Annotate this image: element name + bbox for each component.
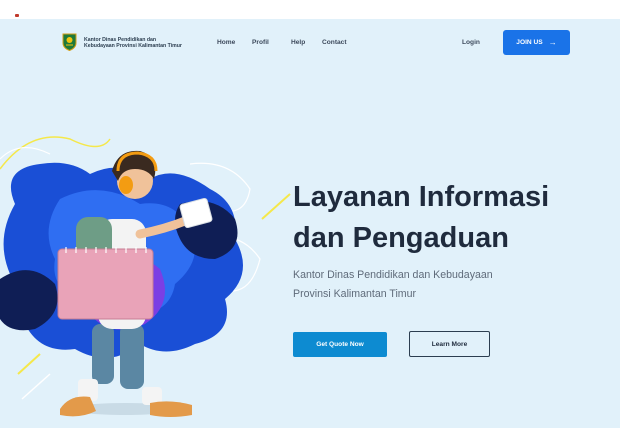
login-link[interactable]: Login: [462, 39, 480, 46]
favicon-mark: [15, 14, 19, 17]
hero-title-line-2: dan Pengaduan: [293, 222, 509, 254]
join-us-button[interactable]: JOIN US →: [503, 30, 570, 55]
brand-name[interactable]: Kantor Dinas Pendidikan dan Kebudayaan P…: [84, 37, 214, 50]
hero-subtitle-line-1: Kantor Dinas Pendidikan dan Kebudayaan: [293, 269, 493, 281]
student-walking-illustration: [0, 136, 291, 417]
nav-help[interactable]: Help: [291, 39, 305, 46]
provincial-emblem-icon[interactable]: [62, 33, 77, 51]
hero-subtitle-line-2: Provinsi Kalimantan Timur: [293, 288, 417, 300]
hero-title: Layanan Informasi dan Pengaduan: [293, 177, 613, 259]
get-quote-button[interactable]: Get Quote Now: [293, 332, 387, 357]
arrow-right-icon: →: [548, 38, 557, 47]
brand-line-2: Kebudayaan Provinsi Kalimantan Timur: [84, 43, 182, 50]
join-us-label: JOIN US: [516, 39, 543, 46]
nav-home[interactable]: Home: [217, 39, 235, 46]
navbar: Kantor Dinas Pendidikan dan Kebudayaan P…: [0, 19, 620, 67]
nav-profil[interactable]: Profil: [252, 39, 269, 46]
browser-top-strip: [0, 0, 620, 19]
hero-subtitle: Kantor Dinas Pendidikan dan Kebudayaan P…: [293, 266, 613, 304]
hero-section: Kantor Dinas Pendidikan dan Kebudayaan P…: [0, 19, 620, 428]
nav-contact[interactable]: Contact: [322, 39, 347, 46]
hero-title-line-1: Layanan Informasi: [293, 181, 550, 213]
learn-more-button[interactable]: Learn More: [409, 331, 490, 357]
